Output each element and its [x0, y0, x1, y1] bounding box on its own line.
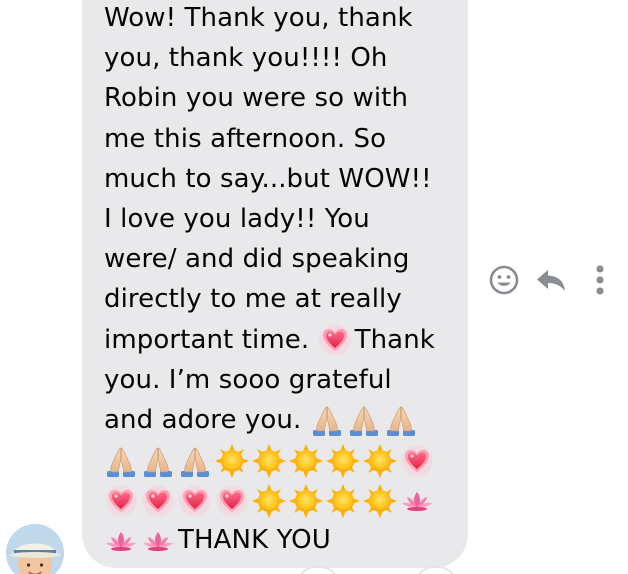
emoji-line [104, 480, 456, 520]
message-line: I love you lady!! You [104, 203, 370, 234]
avatar-photo [6, 524, 64, 574]
smiley-icon [489, 265, 519, 295]
sun-emoji [252, 484, 286, 518]
more-vertical-icon [596, 265, 604, 295]
closing-text: THANK YOU [178, 525, 331, 556]
message-line: much to say...but WOW!! [104, 163, 432, 194]
reply-button[interactable] [534, 262, 570, 298]
folded-hands-emoji [141, 444, 175, 478]
sparkling-heart-emoji [318, 323, 352, 357]
react-button[interactable] [486, 262, 522, 298]
sparkling-heart-emoji [104, 484, 138, 518]
message-line: important time. Thank [104, 320, 456, 360]
sparkling-heart-emoji [215, 484, 249, 518]
folded-hands-emoji [347, 403, 381, 437]
sun-emoji [363, 444, 397, 478]
message-line: and adore you. [104, 400, 456, 440]
sparkling-heart-emoji [178, 484, 212, 518]
message-line-text: and adore you. [104, 404, 302, 435]
message-line-text: Thank [354, 324, 435, 355]
sun-emoji [289, 444, 323, 478]
message-line: you, thank you!!!! Oh [104, 43, 388, 74]
lotus-emoji [141, 524, 175, 558]
avatar[interactable] [6, 524, 64, 574]
sun-emoji [252, 444, 286, 478]
reply-arrow-icon [537, 270, 565, 291]
message-text: Wow! Thank you, thank you, thank you!!!!… [104, 0, 456, 561]
more-options-button[interactable] [582, 262, 618, 298]
sparkling-heart-emoji [400, 444, 434, 478]
folded-hands-emoji [104, 444, 138, 478]
lotus-emoji [104, 524, 138, 558]
sun-emoji [326, 444, 360, 478]
folded-hands-emoji [310, 403, 344, 437]
message-line: Wow! Thank you, thank [104, 3, 413, 33]
sparkling-heart-emoji [141, 484, 175, 518]
closing-line: THANK YOU [104, 520, 456, 560]
message-line: directly to me at really [104, 284, 402, 315]
folded-hands-emoji [384, 403, 418, 437]
message-line: Robin you were so with [104, 83, 409, 114]
sun-emoji [326, 484, 360, 518]
folded-hands-emoji [178, 444, 212, 478]
message-line-text: important time. [104, 324, 310, 355]
message-line: you. I’m sooo grateful [104, 364, 392, 395]
messenger-screen: Wow! Thank you, thank you, thank you!!!!… [0, 0, 628, 574]
message-actions [486, 262, 616, 298]
sun-emoji [289, 484, 323, 518]
message-line: were/ and did speaking [104, 244, 410, 275]
emoji-line [104, 440, 456, 480]
sun-emoji [363, 484, 397, 518]
sun-emoji [215, 444, 249, 478]
message-line: me this afternoon. So [104, 123, 387, 154]
lotus-emoji [400, 484, 434, 518]
